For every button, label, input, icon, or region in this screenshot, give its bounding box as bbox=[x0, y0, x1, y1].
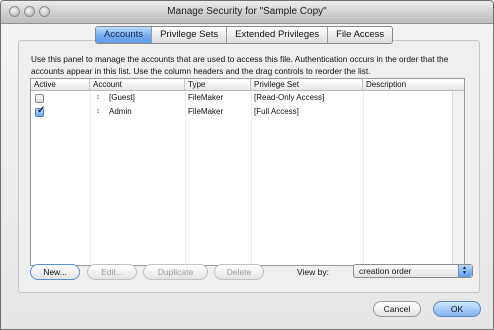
drag-handle-icon[interactable]: ↕ bbox=[94, 105, 102, 119]
tab-file-access[interactable]: File Access bbox=[328, 27, 392, 43]
title-bar: Manage Security for "Sample Copy" bbox=[1, 1, 493, 24]
view-by-select[interactable]: creation order ▲ ▼ bbox=[353, 264, 473, 278]
privilege-set: [Full Access] bbox=[254, 107, 299, 116]
delete-account-button[interactable]: Delete bbox=[214, 264, 264, 280]
manage-security-dialog: Manage Security for "Sample Copy" Use th… bbox=[0, 0, 494, 330]
tab-privilege-sets[interactable]: Privilege Sets bbox=[152, 27, 228, 43]
drag-handle-icon[interactable]: ↕ bbox=[94, 91, 102, 105]
table-header: Active Account Type Privilege Set Descri… bbox=[31, 79, 464, 91]
tab-accounts[interactable]: Accounts bbox=[96, 27, 153, 43]
column-header-active[interactable]: Active bbox=[31, 79, 90, 90]
cancel-button[interactable]: Cancel bbox=[373, 301, 421, 317]
active-checkbox[interactable] bbox=[35, 94, 44, 103]
duplicate-account-button[interactable]: Duplicate bbox=[143, 264, 208, 280]
account-name: [Guest] bbox=[109, 93, 135, 102]
table-scrollbar[interactable] bbox=[452, 91, 464, 265]
column-header-description[interactable]: Description bbox=[363, 79, 464, 90]
privilege-set: [Read-Only Access] bbox=[254, 93, 325, 102]
account-type: FileMaker bbox=[188, 93, 224, 102]
active-checkbox[interactable]: ✓ bbox=[35, 105, 46, 117]
new-account-button[interactable]: New... bbox=[30, 264, 80, 280]
column-header-account[interactable]: Account bbox=[90, 79, 185, 90]
view-by-label: View by: bbox=[297, 267, 329, 277]
accounts-panel: Use this panel to manage the accounts th… bbox=[18, 40, 480, 293]
panel-description: Use this panel to manage the accounts th… bbox=[31, 54, 449, 76]
table-row[interactable]: ✓ ↕ Admin FileMaker [Full Access] bbox=[31, 105, 464, 119]
account-type: FileMaker bbox=[188, 107, 224, 116]
window-title: Manage Security for "Sample Copy" bbox=[167, 6, 327, 17]
dialog-content: Use this panel to manage the accounts th… bbox=[1, 24, 493, 329]
accounts-table[interactable]: Active Account Type Privilege Set Descri… bbox=[30, 78, 465, 266]
account-name: Admin bbox=[109, 107, 132, 116]
tab-bar: Accounts Privilege Sets Extended Privile… bbox=[95, 26, 394, 44]
checkmark-icon: ✓ bbox=[37, 105, 46, 116]
column-header-type[interactable]: Type bbox=[185, 79, 251, 90]
updown-arrows-icon: ▲ ▼ bbox=[458, 265, 472, 277]
table-row[interactable]: ↕ [Guest] FileMaker [Read-Only Access] bbox=[31, 91, 464, 105]
tab-extended-privileges[interactable]: Extended Privileges bbox=[227, 27, 329, 43]
edit-account-button[interactable]: Edit... bbox=[87, 264, 137, 280]
view-by-value: creation order bbox=[359, 266, 412, 276]
column-header-privilege-set[interactable]: Privilege Set bbox=[251, 79, 363, 90]
ok-button[interactable]: OK bbox=[433, 301, 481, 317]
